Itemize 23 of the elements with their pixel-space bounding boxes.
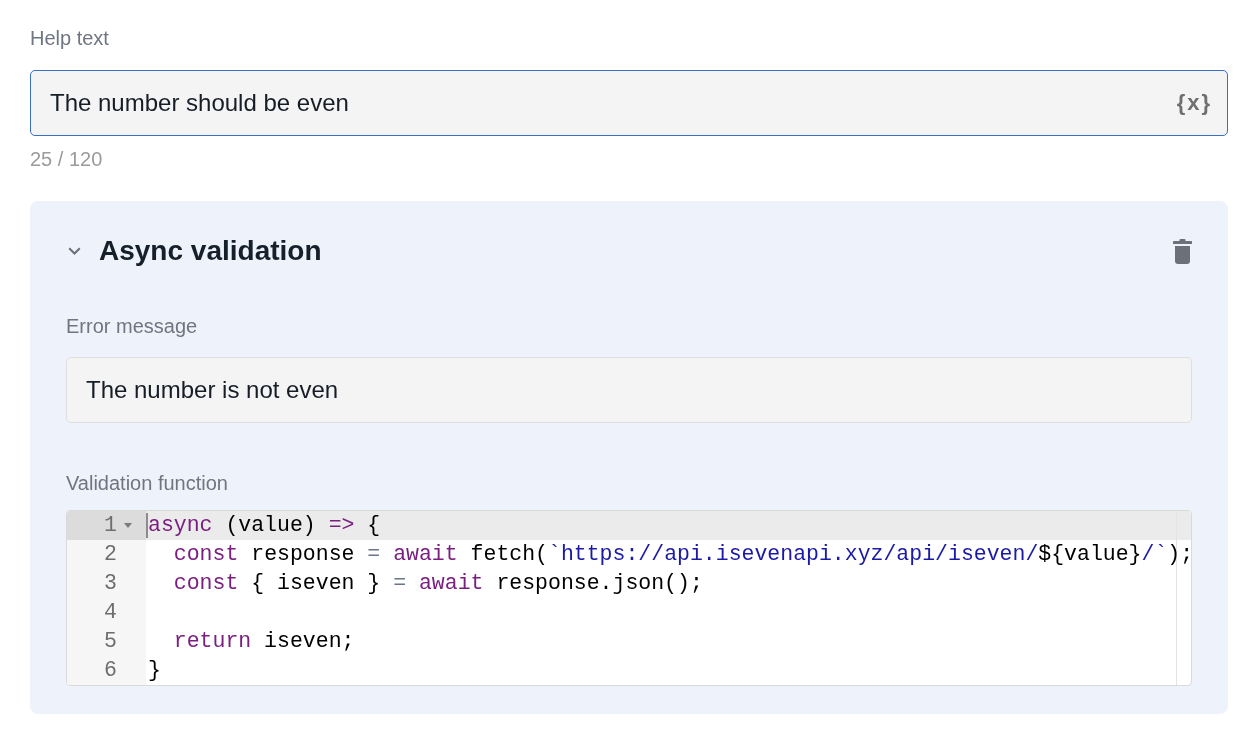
code-line: } <box>148 657 161 684</box>
line-number: 5 <box>104 628 117 655</box>
code-line: return iseven; <box>172 628 355 655</box>
line-number: 2 <box>104 541 117 568</box>
trash-icon[interactable] <box>1173 238 1192 264</box>
code-editor[interactable]: 1 2 3 4 5 6 async (value) => { const response = await fetch(`https://api.isevenapi.xyz/api/iseven/${value}/`); const { iseven } = await response.json(); return iseven; } <box>66 510 1192 686</box>
field-label: Error message <box>66 314 198 339</box>
field-label: Validation function <box>66 471 228 496</box>
field-label: Help text <box>30 26 109 51</box>
line-number: 1 <box>104 512 117 539</box>
character-counter: 25 / 120 <box>30 147 103 172</box>
section-title: Async validation <box>99 234 322 268</box>
line-number: 6 <box>104 657 117 684</box>
help-text-field[interactable]: The number should be even {x} <box>30 70 1228 136</box>
error-message-field[interactable]: The number is not even <box>66 357 1192 423</box>
code-line: const { iseven } = await response.json(); <box>172 570 703 597</box>
code-line: const response = await fetch(`https://api.isevenapi.xyz/api/iseven/${value}/`); <box>172 541 1191 568</box>
variable-button[interactable]: {x} <box>1176 88 1212 118</box>
chevron-down-icon[interactable] <box>68 247 81 255</box>
code-line: async (value) => { <box>148 512 381 539</box>
fold-caret-icon[interactable] <box>124 523 132 528</box>
line-number: 3 <box>104 570 117 597</box>
line-number: 4 <box>104 599 117 626</box>
